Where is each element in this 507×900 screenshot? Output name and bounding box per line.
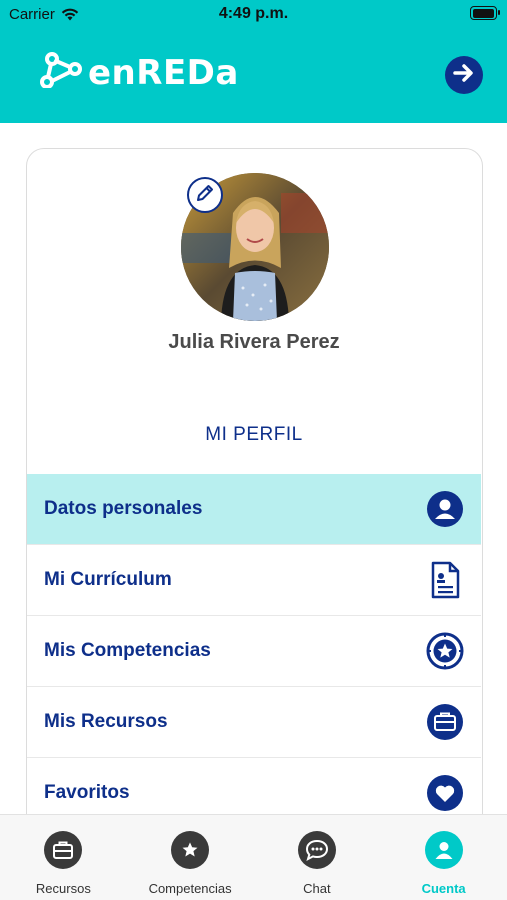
menu-item-label: Datos personales <box>44 498 203 519</box>
tab-chat[interactable]: Chat <box>254 815 381 900</box>
menu-item-mis-competencias[interactable]: Mis Competencias <box>27 616 481 687</box>
star-icon <box>171 831 210 869</box>
profile-card: Julia Rivera Perez MI PERFIL Datos perso… <box>26 148 483 868</box>
status-time: 4:49 p.m. <box>218 5 289 22</box>
arrow-right-icon <box>453 63 475 88</box>
profile-menu: Datos personales Mi Currículum Mis Compe… <box>27 474 481 829</box>
menu-item-label: Mis Competencias <box>44 640 211 661</box>
network-nodes-icon <box>40 52 82 93</box>
menu-item-label: Mis Recursos <box>44 711 168 732</box>
menu-item-mis-recursos[interactable]: Mis Recursos <box>27 687 481 758</box>
tab-recursos[interactable]: Recursos <box>0 815 127 900</box>
logo-text: enREDa <box>88 52 239 93</box>
tab-label: Cuenta <box>421 881 466 896</box>
avatar-container <box>181 173 329 321</box>
briefcase-icon <box>44 831 83 869</box>
chat-icon <box>297 831 336 869</box>
user-name: Julia Rivera Perez <box>168 331 340 353</box>
bottom-tab-bar: Recursos Competencias Chat Cuenta <box>0 814 507 900</box>
tab-cuenta[interactable]: Cuenta <box>380 815 507 900</box>
menu-item-mi-curriculum[interactable]: Mi Currículum <box>27 545 481 616</box>
tab-label: Chat <box>303 881 331 896</box>
app-logo: enREDa <box>40 52 239 93</box>
star-badge-icon <box>426 632 464 670</box>
tab-label: Competencias <box>148 881 232 896</box>
briefcase-icon <box>426 703 464 741</box>
app-header: Carrier 4:49 p.m. enREDa <box>0 0 507 123</box>
pencil-icon <box>195 183 215 208</box>
tab-competencias[interactable]: Competencias <box>127 815 254 900</box>
edit-avatar-button[interactable] <box>187 177 223 213</box>
battery-icon <box>470 6 500 20</box>
logout-button[interactable] <box>445 56 483 94</box>
menu-item-label: Mi Currículum <box>44 569 172 590</box>
person-icon <box>424 831 463 869</box>
menu-item-label: Favoritos <box>44 782 130 803</box>
status-bar: Carrier 4:49 p.m. <box>0 0 507 30</box>
tab-label: Recursos <box>35 881 91 896</box>
document-icon <box>426 561 464 599</box>
person-icon <box>426 490 464 528</box>
menu-item-datos-personales[interactable]: Datos personales <box>27 474 481 545</box>
heart-icon <box>426 774 464 812</box>
profile-section-title: MI PERFIL <box>205 424 303 445</box>
